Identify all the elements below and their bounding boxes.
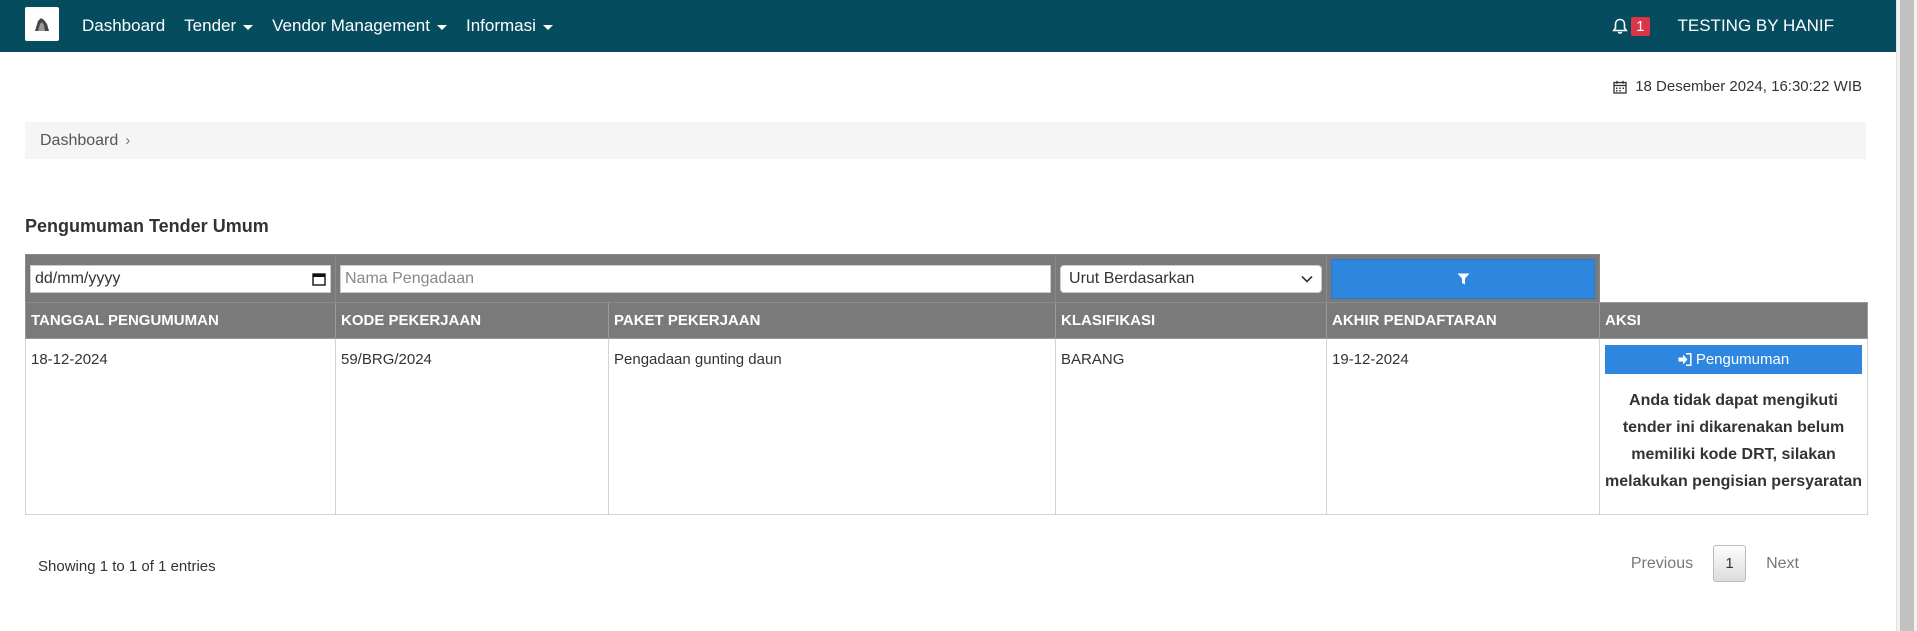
name-filter-placeholder: Nama Pengadaan (345, 269, 474, 287)
filter-icon (1457, 273, 1470, 284)
pagination-next[interactable]: Next (1746, 555, 1819, 573)
column-header[interactable]: KODE PEKERJAAN (335, 302, 609, 339)
name-filter-cell: Nama Pengadaan (334, 254, 1057, 303)
entries-info: Showing 1 to 1 of 1 entries (38, 558, 216, 575)
cell-klasifikasi: BARANG (1055, 338, 1328, 515)
table-header-row: TANGGAL PENGUMUMAN KODE PEKERJAAN PAKET … (25, 302, 1869, 339)
table-row: 18-12-2024 59/BRG/2024 Pengadaan gunting… (25, 338, 1869, 515)
column-header[interactable]: KLASIFIKASI (1055, 302, 1328, 339)
breadcrumb: Dashboard › (25, 122, 1866, 159)
cell-aksi: Pengumuman Anda tidak dapat mengikuti te… (1599, 338, 1869, 515)
cell-tanggal: 18-12-2024 (25, 338, 336, 515)
nav-dashboard[interactable]: Dashboard (82, 16, 165, 36)
pagination: Previous 1 Next (1611, 545, 1819, 582)
chevron-down-icon (1301, 275, 1313, 283)
nav-tender-label: Tender (184, 16, 237, 35)
nav-vendor-management[interactable]: Vendor Management (272, 16, 447, 36)
chevron-right-icon: › (125, 132, 131, 149)
sort-select[interactable]: Urut Berdasarkan (1060, 264, 1323, 293)
cell-paket: Pengadaan gunting daun (607, 338, 1057, 515)
top-navbar: Dashboard Tender Vendor Management Infor… (0, 0, 1896, 52)
calendar-icon (1613, 80, 1627, 94)
pengumuman-button-label: Pengumuman (1695, 351, 1790, 368)
sign-in-icon (1678, 353, 1692, 366)
notification-button[interactable]: 1 (1612, 16, 1650, 36)
calendar-icon[interactable] (312, 272, 326, 286)
bell-icon (1612, 18, 1628, 34)
logo-icon (35, 18, 49, 31)
column-header[interactable]: AKHIR PENDAFTARAN (1326, 302, 1601, 339)
date-filter-placeholder: dd/mm/yyyy (35, 269, 121, 287)
datetime-text: 18 Desember 2024, 16:30:22 WIB (1635, 78, 1862, 95)
column-header[interactable]: TANGGAL PENGUMUMAN (25, 302, 336, 339)
nav-informasi[interactable]: Informasi (466, 16, 553, 36)
nav-informasi-label: Informasi (466, 16, 536, 35)
sort-select-value: Urut Berdasarkan (1069, 269, 1195, 287)
current-datetime: 18 Desember 2024, 16:30:22 WIB (1613, 78, 1862, 95)
pagination-page-1[interactable]: 1 (1713, 545, 1747, 582)
caret-down-icon (243, 24, 254, 30)
column-header[interactable]: AKSI (1599, 302, 1869, 339)
date-filter-input[interactable]: dd/mm/yyyy (30, 264, 331, 293)
filter-button[interactable] (1331, 258, 1596, 299)
nav-tender[interactable]: Tender (184, 16, 254, 36)
user-menu[interactable]: TESTING BY HANIF (1678, 16, 1835, 36)
sort-select-cell: Urut Berdasarkan (1055, 254, 1328, 303)
nav-vendor-management-label: Vendor Management (272, 16, 430, 35)
date-filter-cell: dd/mm/yyyy (25, 254, 336, 303)
app-logo[interactable] (25, 7, 59, 41)
nav-dashboard-label: Dashboard (82, 16, 166, 35)
cell-akhir: 19-12-2024 (1326, 338, 1601, 515)
notification-badge: 1 (1631, 16, 1650, 36)
scrollbar-thumb[interactable] (1900, 0, 1914, 631)
eligibility-note: Anda tidak dapat mengikuti tender ini di… (1605, 392, 1863, 490)
page-title: Pengumuman Tender Umum (25, 216, 269, 236)
column-header[interactable]: PAKET PEKERJAAN (607, 302, 1057, 339)
caret-down-icon (542, 24, 553, 30)
caret-down-icon (437, 24, 447, 30)
pengumuman-button[interactable]: Pengumuman (1605, 345, 1863, 374)
filter-button-cell (1326, 254, 1601, 303)
tender-table: dd/mm/yyyy Nama Pengadaan Urut Berdasark… (25, 254, 1869, 515)
cell-kode: 59/BRG/2024 (335, 338, 609, 515)
breadcrumb-item-dashboard[interactable]: Dashboard (40, 132, 118, 150)
pagination-previous[interactable]: Previous (1611, 555, 1713, 573)
page-scrollbar[interactable] (1896, 0, 1917, 631)
filter-row: dd/mm/yyyy Nama Pengadaan Urut Berdasark… (25, 254, 1868, 303)
name-filter-input[interactable]: Nama Pengadaan (340, 264, 1052, 293)
